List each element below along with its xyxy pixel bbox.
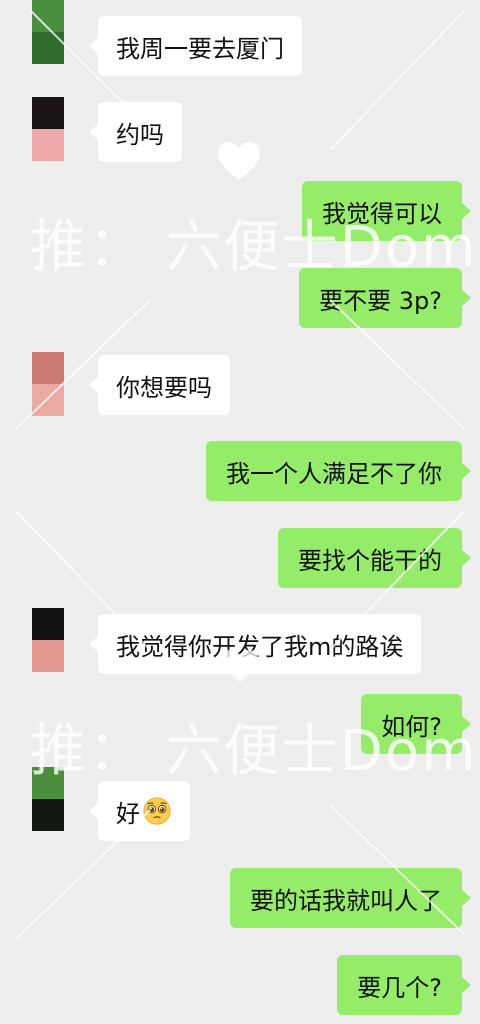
incoming-message-bubble[interactable]: 好	[89, 781, 190, 841]
contact-avatar[interactable]	[32, 608, 64, 672]
message-text: 要不要 3p?	[319, 286, 442, 315]
contact-avatar[interactable]	[32, 0, 64, 64]
outgoing-message-bubble[interactable]: 要不要 3p?	[299, 268, 471, 328]
message-text: 如何?	[381, 712, 442, 741]
message-text: 要几个?	[357, 973, 442, 1002]
message-text: 要找个能干的	[298, 546, 442, 575]
outgoing-message-bubble[interactable]: 我觉得可以	[302, 181, 471, 241]
contact-avatar[interactable]	[32, 767, 64, 831]
contact-avatar[interactable]	[32, 97, 64, 161]
incoming-message-bubble[interactable]: 你想要吗	[89, 355, 230, 415]
outgoing-message-bubble[interactable]: 要找个能干的	[278, 528, 471, 588]
outgoing-message-bubble[interactable]: 如何?	[361, 694, 471, 754]
incoming-message-bubble[interactable]: 我周一要去厦门	[89, 16, 302, 76]
message-text: 我觉得你开发了我m的路诶	[116, 632, 404, 661]
outgoing-message-bubble[interactable]: 要几个?	[337, 955, 471, 1015]
outgoing-message-bubble[interactable]: 我一个人满足不了你	[206, 441, 471, 501]
message-text: 你想要吗	[116, 373, 212, 402]
message-text: 我周一要去厦门	[116, 34, 284, 63]
chat-message-list[interactable]: 我周一要去厦门 约吗 我觉得可以 要不要 3p? 你想要吗 我一个人满足不了你 …	[0, 0, 480, 1024]
message-text: 好	[116, 799, 140, 828]
message-text: 要的话我就叫人了	[250, 886, 442, 915]
incoming-message-bubble[interactable]: 约吗	[89, 102, 182, 162]
message-text: 我觉得可以	[322, 199, 442, 228]
outgoing-message-bubble[interactable]: 要的话我就叫人了	[230, 868, 471, 928]
pleading-face-emoji	[143, 797, 171, 825]
message-text: 约吗	[116, 120, 164, 149]
contact-avatar[interactable]	[32, 352, 64, 416]
message-text: 我一个人满足不了你	[226, 459, 442, 488]
incoming-message-bubble[interactable]: 我觉得你开发了我m的路诶	[88, 614, 422, 674]
